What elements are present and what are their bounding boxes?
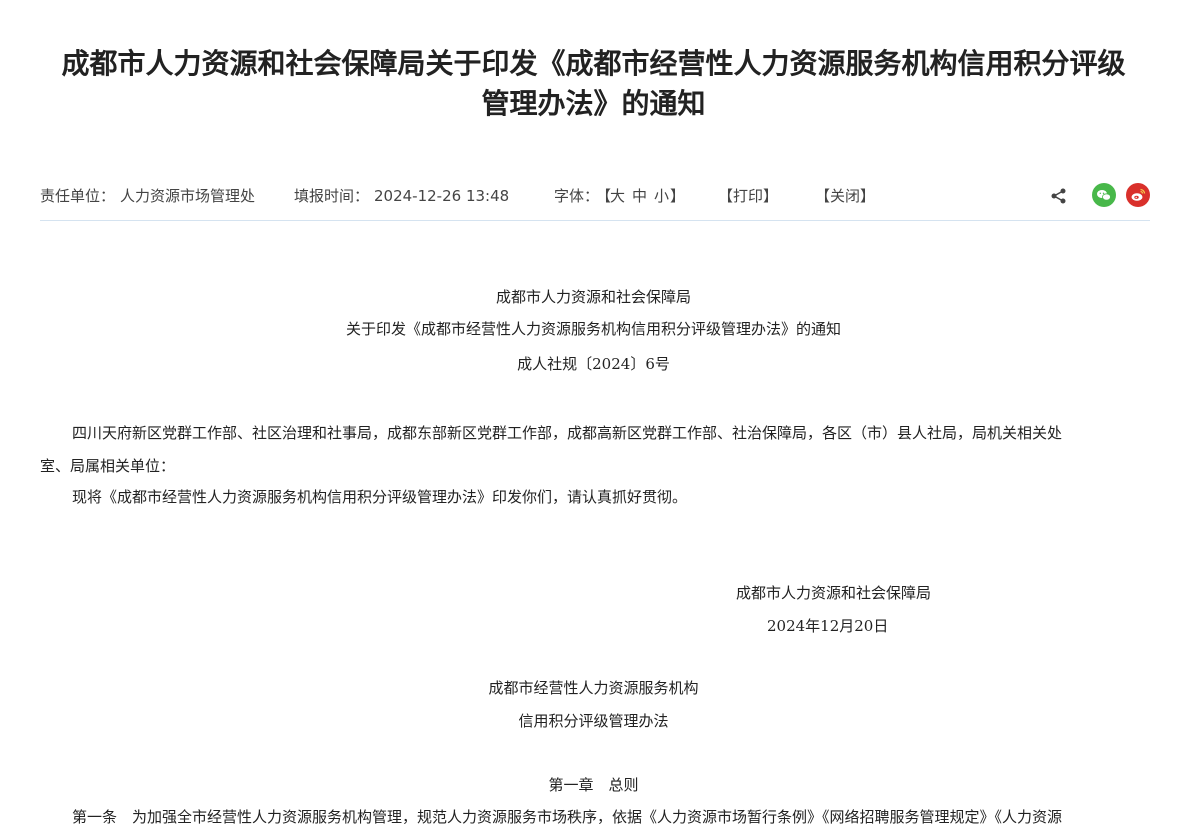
signature-date: 2024年12月20日 [767,617,889,635]
font-size-small-link[interactable]: 小 [654,184,669,208]
chapter-heading: 第一章 总则 [548,776,639,794]
font-size-medium-link[interactable]: 中 [632,184,647,208]
article-1-paragraph: 第一条 为加强全市经营性人力资源服务机构管理，规范人力资源服务市场秩序，依据《人… [72,808,1063,826]
wechat-icon[interactable] [1092,183,1116,207]
page-title-line-2: 管理办法》的通知 [481,87,706,120]
notice-title: 关于印发《成都市经营性人力资源服务机构信用积分评级管理办法》的通知 [345,320,841,338]
method-title-line-2: 信用积分评级管理办法 [518,712,669,730]
issuer-name: 成都市人力资源和社会保障局 [495,288,691,306]
font-size-label: 字体： [554,187,600,205]
share-icon[interactable] [1049,186,1069,206]
recipients-line-2: 室、局属相关单位： [40,457,176,475]
font-size-bracket-open: 【 [596,187,612,205]
meta-divider [40,220,1150,221]
font-size-bracket-close: 】 [670,187,686,205]
page-title: 成都市人力资源和社会保障局关于印发《成都市经营性人力资源服务机构信用积分评级 管… [20,44,1167,124]
weibo-icon[interactable] [1126,183,1150,207]
responsible-unit-label: 责任单位： [40,187,116,205]
close-link[interactable]: 【关闭】 [815,184,875,208]
signature-issuer: 成都市人力资源和社会保障局 [736,584,932,602]
document-number: 成人社规〔2024〕6号 [517,355,670,373]
report-time-label: 填报时间： [294,187,370,205]
font-size-large-link[interactable]: 大 [610,184,625,208]
instruction-paragraph: 现将《成都市经营性人力资源服务机构信用积分评级管理办法》印发你们，请认真抓好贯彻… [72,488,688,506]
responsible-unit-value: 人力资源市场管理处 [120,187,256,205]
report-time-value: 2024-12-26 13:48 [374,187,510,205]
article-meta-bar: 责任单位： 人力资源市场管理处 填报时间： 2024-12-26 13:48 字… [40,184,1150,208]
recipients-line-1: 四川天府新区党群工作部、社区治理和社事局，成都东部新区党群工作部，成都高新区党群… [72,424,1063,442]
method-title-line-1: 成都市经营性人力资源服务机构 [488,679,699,697]
page-title-line-1: 成都市人力资源和社会保障局关于印发《成都市经营性人力资源服务机构信用积分评级 [61,47,1126,80]
print-link[interactable]: 【打印】 [718,184,778,208]
